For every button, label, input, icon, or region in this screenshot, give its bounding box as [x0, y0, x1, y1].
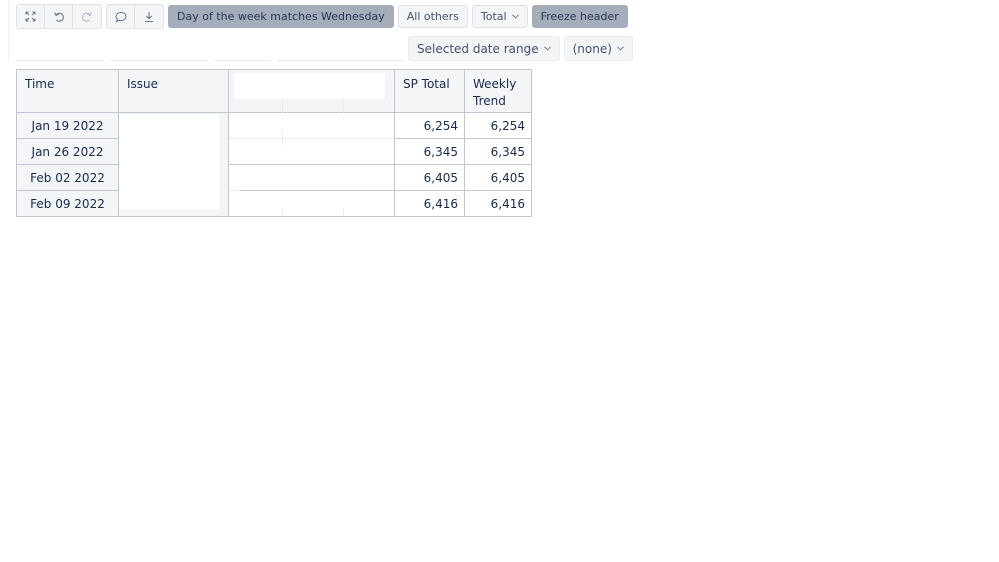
left-divider	[8, 0, 9, 62]
grid-remnant	[343, 209, 344, 216]
none-dropdown[interactable]: (none)	[563, 36, 633, 61]
all-others-button[interactable]: All others	[397, 5, 468, 28]
undo-icon	[53, 11, 64, 22]
grid-remnant	[282, 209, 283, 216]
redacted-issue-area	[119, 114, 219, 209]
grid-remnant	[343, 99, 344, 113]
fullscreen-icon	[25, 11, 36, 22]
none-label: (none)	[572, 41, 612, 56]
sp-total-cell: 6,254	[394, 112, 465, 139]
weekly-trend-cell: 6,416	[464, 190, 532, 217]
undo-button[interactable]	[45, 5, 73, 28]
sp-total-cell: 6,345	[394, 138, 465, 165]
chevron-down-icon	[511, 14, 519, 19]
header-time[interactable]: Time	[16, 69, 119, 113]
selectors-bar: Selected date range (none)	[408, 36, 637, 61]
table-row: Jan 19 2022 6,254 6,254	[16, 112, 532, 217]
time-cell: Feb 09 2022	[16, 190, 119, 217]
comment-icon	[114, 11, 127, 22]
weekly-trend-cell: 6,405	[464, 164, 532, 191]
chevron-down-icon	[543, 46, 551, 51]
strip-line	[214, 60, 271, 61]
total-label: Total	[480, 10, 507, 23]
toolbar-icon-group-2	[106, 4, 164, 29]
redo-button[interactable]	[73, 5, 101, 28]
strip-line	[16, 60, 104, 61]
fullscreen-button[interactable]	[17, 5, 45, 28]
time-cell: Jan 19 2022	[16, 112, 119, 139]
header-weekly-trend-line2: Trend	[473, 94, 506, 108]
redacted-header-area	[234, 73, 385, 99]
comment-button[interactable]	[107, 5, 135, 28]
grid-remnant	[282, 131, 283, 145]
report-view: Day of the week matches Wednesday All ot…	[0, 0, 999, 562]
sp-total-cell: 6,405	[394, 164, 465, 191]
date-range-dropdown[interactable]: Selected date range	[408, 36, 560, 61]
toolbar-icon-group	[16, 4, 102, 29]
table-row: Feb 02 2022 6,405 6,405	[16, 164, 532, 191]
date-range-label: Selected date range	[417, 41, 539, 56]
time-cell: Feb 02 2022	[16, 164, 119, 191]
redacted-cell	[228, 190, 395, 217]
redacted-cell	[228, 164, 395, 191]
weekly-trend-cell: 6,345	[464, 138, 532, 165]
table-row: Feb 09 2022 6,416 6,416	[16, 190, 532, 217]
chevron-down-icon	[617, 46, 624, 51]
download-button[interactable]	[135, 5, 163, 28]
header-issue[interactable]: Issue	[118, 69, 229, 113]
grid-remnant	[229, 138, 394, 139]
sp-total-cell: 6,416	[394, 190, 465, 217]
table-row: Jan 26 2022 6,345 6,345	[16, 138, 532, 165]
freeze-header-button[interactable]: Freeze header	[531, 5, 628, 28]
header-weekly-trend[interactable]: Weekly Trend	[464, 69, 532, 113]
redo-icon	[82, 11, 92, 22]
redacted-cell	[228, 112, 395, 139]
redacted-issue-edge	[219, 113, 228, 216]
header-sp-total[interactable]: SP Total	[394, 69, 465, 113]
grid-remnant	[282, 99, 283, 113]
strip-line	[277, 60, 404, 61]
toolbar: Day of the week matches Wednesday All ot…	[16, 4, 632, 29]
header-weekly-trend-line1: Weekly	[473, 77, 517, 91]
strip-line	[110, 60, 208, 61]
weekly-trend-cell: 6,254	[464, 112, 532, 139]
day-of-week-filter-button[interactable]: Day of the week matches Wednesday	[168, 5, 394, 28]
grid-remnant	[229, 190, 241, 191]
time-cell: Jan 26 2022	[16, 138, 119, 165]
download-icon	[145, 11, 153, 22]
total-dropdown[interactable]: Total	[471, 5, 528, 28]
redacted-cell	[228, 138, 395, 165]
